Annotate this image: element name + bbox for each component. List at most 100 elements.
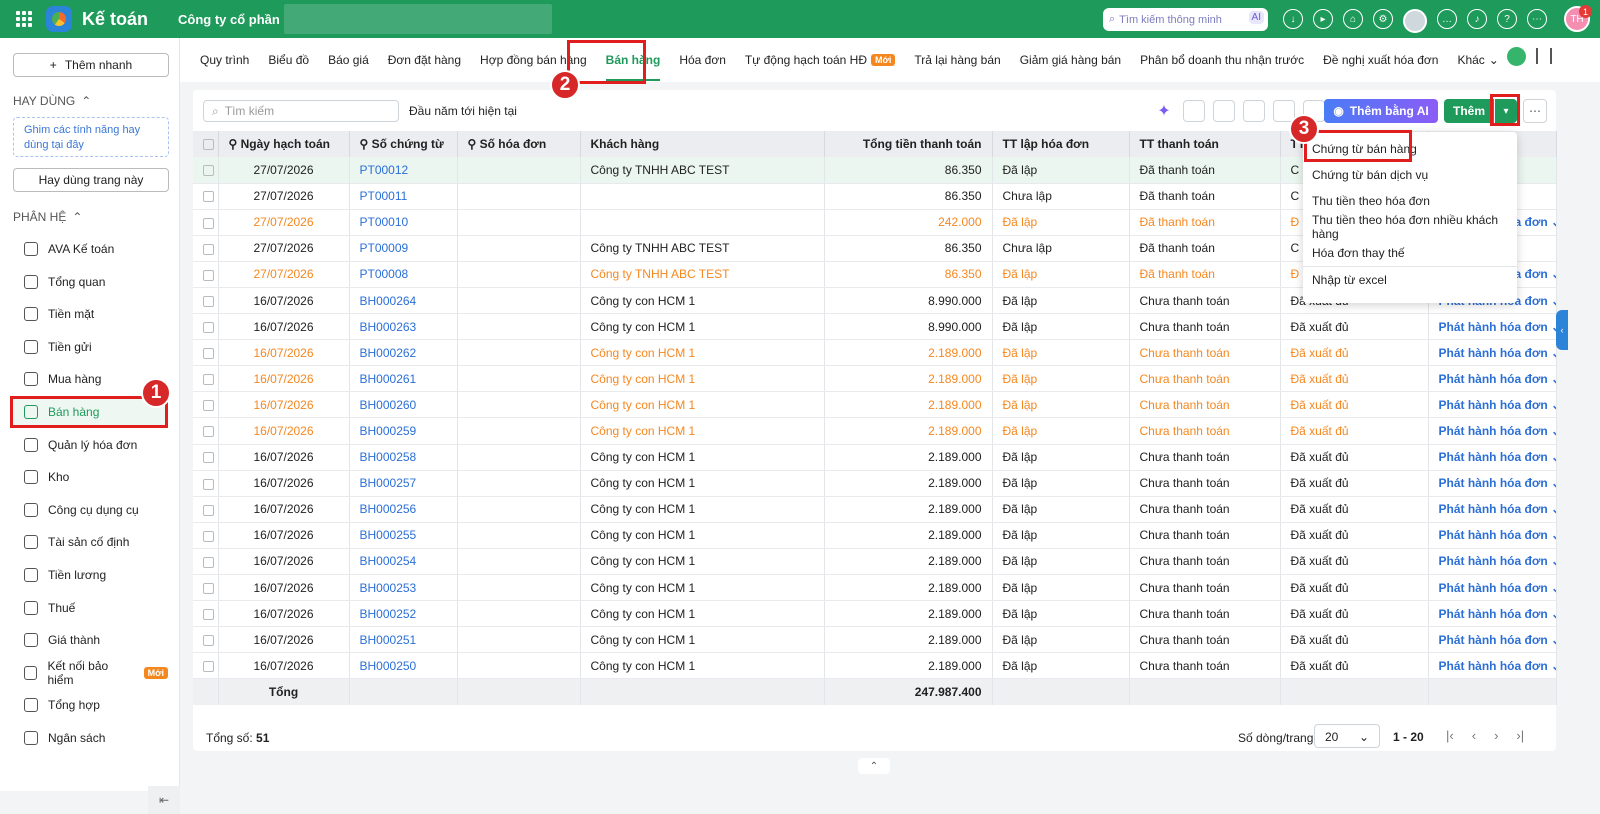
sidebar-item-inventory[interactable]: Kho: [10, 461, 168, 493]
row-checkbox[interactable]: [193, 522, 219, 549]
sidebar-item-general[interactable]: Tổng hợp: [10, 689, 168, 721]
tab-0[interactable]: Quy trình: [200, 53, 249, 67]
doc-number-link[interactable]: PT00011: [360, 189, 408, 203]
pin-icon[interactable]: ⚲: [468, 137, 480, 151]
table-row[interactable]: 16/07/2026 BH000263 Công ty con HCM 1 8.990…: [193, 313, 1557, 341]
prev-page-icon[interactable]: ‹: [1472, 728, 1476, 743]
row-checkbox[interactable]: [193, 600, 219, 628]
chevron-down-icon[interactable]: ⌄: [1551, 424, 1555, 438]
row-action-link[interactable]: Phát hành hóa đơn: [1439, 424, 1548, 438]
tab-3[interactable]: Đơn đặt hàng: [388, 53, 461, 67]
doc-number-link[interactable]: BH000251: [360, 633, 417, 647]
chevron-down-icon[interactable]: ⌄: [1551, 372, 1555, 386]
rows-per-page-select[interactable]: 20 ⌄: [1314, 724, 1380, 748]
doc-number-link[interactable]: BH000259: [360, 424, 417, 438]
row-checkbox[interactable]: [193, 235, 219, 262]
quick-add-button[interactable]: + Thêm nhanh: [13, 53, 169, 77]
first-page-icon[interactable]: |‹: [1446, 728, 1454, 743]
tab-6[interactable]: Hóa đơn: [679, 53, 726, 67]
tab-8[interactable]: Trả lại hàng bán: [914, 53, 1000, 67]
more-icon[interactable]: ⋯: [1527, 9, 1547, 29]
row-checkbox[interactable]: [193, 313, 219, 341]
refresh-icon[interactable]: [1183, 100, 1205, 122]
row-checkbox[interactable]: [193, 391, 219, 419]
row-checkbox[interactable]: [193, 209, 219, 236]
add-button[interactable]: Thêm: [1444, 99, 1494, 123]
row-checkbox[interactable]: [193, 183, 219, 210]
doc-number-link[interactable]: BH000252: [360, 607, 417, 621]
tab-7[interactable]: Tự động hạch toán HĐ Mới: [745, 53, 896, 67]
sidebar-item-invoice-management[interactable]: Quản lý hóa đơn: [10, 429, 168, 461]
chevron-down-icon[interactable]: ⌄: [1551, 476, 1555, 490]
table-row[interactable]: 16/07/2026 BH000262 Công ty con HCM 1 2.189…: [193, 339, 1557, 367]
menu-item-3[interactable]: Thu tiền theo hóa đơn nhiều khách hàng: [1303, 213, 1517, 241]
sidebar-item-payroll[interactable]: Tiền lương: [10, 559, 168, 591]
doc-number-link[interactable]: BH000263: [360, 320, 417, 334]
menu-item-2[interactable]: Thu tiền theo hóa đơn: [1303, 188, 1517, 214]
row-action-link[interactable]: Phát hành hóa đơn: [1439, 554, 1548, 568]
apps-grid-icon[interactable]: [16, 11, 32, 27]
chevron-down-icon[interactable]: ⌄: [1551, 502, 1555, 516]
column-header[interactable]: TT lập hóa đơn: [992, 131, 1130, 157]
chevron-down-icon[interactable]: ⌄: [1551, 633, 1555, 647]
row-action-link[interactable]: Phát hành hóa đơn: [1439, 607, 1548, 621]
settings-sliders-icon[interactable]: [1536, 48, 1552, 64]
sidebar-item-bank[interactable]: Tiền gửi: [10, 331, 168, 363]
doc-number-link[interactable]: BH000261: [360, 372, 417, 386]
menu-item-4[interactable]: Hóa đơn thay thế: [1303, 240, 1517, 266]
collapse-sidebar-icon[interactable]: ⇤: [148, 786, 180, 814]
help-icon[interactable]: ?: [1497, 9, 1517, 29]
expand-up-icon[interactable]: ⌃: [858, 758, 890, 774]
chevron-down-icon[interactable]: ⌄: [1551, 215, 1555, 229]
tab-11[interactable]: Đề nghị xuất hóa đơn: [1323, 53, 1438, 67]
doc-number-link[interactable]: BH000253: [360, 581, 417, 595]
modules-section-title[interactable]: PHÂN HỆ ⌃: [13, 210, 82, 224]
row-checkbox[interactable]: [193, 261, 219, 288]
table-row[interactable]: 16/07/2026 BH000258 Công ty con HCM 1 2.189…: [193, 444, 1557, 471]
doc-number-link[interactable]: BH000256: [360, 502, 417, 516]
doc-number-link[interactable]: BH000250: [360, 659, 417, 673]
side-panel-toggle-icon[interactable]: ‹: [1556, 310, 1568, 350]
row-action-link[interactable]: Phát hành hóa đơn: [1439, 502, 1548, 516]
row-action-link[interactable]: Phát hành hóa đơn: [1439, 450, 1548, 464]
tab-10[interactable]: Phân bổ doanh thu nhận trước: [1140, 53, 1304, 67]
table-row[interactable]: 16/07/2026 BH000257 Công ty con HCM 1 2.189…: [193, 470, 1557, 497]
table-row[interactable]: 16/07/2026 BH000256 Công ty con HCM 1 2.189…: [193, 496, 1557, 523]
sparkle-ai-icon[interactable]: ✦: [1153, 100, 1175, 122]
sidebar-item-fixed-assets[interactable]: Tài sản cố định: [10, 526, 168, 558]
row-checkbox[interactable]: [193, 287, 219, 315]
chevron-down-icon[interactable]: ⌄: [1551, 554, 1555, 568]
row-action-link[interactable]: Phát hành hóa đơn: [1439, 372, 1548, 386]
smart-search-input[interactable]: ⌕ Tìm kiếm thông minh AI: [1103, 8, 1268, 31]
table-row[interactable]: 16/07/2026 BH000251 Công ty con HCM 1 2.189…: [193, 626, 1557, 654]
chevron-down-icon[interactable]: ⌄: [1551, 294, 1555, 308]
doc-number-link[interactable]: PT00012: [360, 163, 409, 177]
column-header[interactable]: TT thanh toán: [1129, 131, 1281, 157]
lightbulb-icon[interactable]: [1507, 47, 1526, 66]
table-row[interactable]: 16/07/2026 BH000255 Công ty con HCM 1 2.189…: [193, 522, 1557, 549]
export-icon[interactable]: [1243, 100, 1265, 122]
column-header[interactable]: ⚲ Ngày hạch toán: [218, 131, 350, 157]
sidebar-item-budget[interactable]: Ngân sách: [10, 722, 168, 754]
column-header[interactable]: Tổng tiền thanh toán: [824, 131, 993, 157]
add-with-ai-button[interactable]: ◉ Thêm bằng AI: [1324, 99, 1438, 123]
assistant-avatar[interactable]: [1403, 9, 1427, 33]
sidebar-item-tax[interactable]: Thuế: [10, 592, 168, 624]
doc-number-link[interactable]: PT00008: [360, 267, 409, 281]
row-action-link[interactable]: Phát hành hóa đơn: [1439, 398, 1548, 412]
pin-icon[interactable]: ⚲: [360, 137, 372, 151]
tab-1[interactable]: Biểu đồ: [268, 53, 309, 67]
row-action-link[interactable]: Phát hành hóa đơn: [1439, 633, 1548, 647]
doc-number-link[interactable]: PT00010: [360, 215, 409, 229]
column-header[interactable]: ⚲ Số chứng từ: [349, 131, 458, 157]
doc-number-link[interactable]: BH000264: [360, 294, 417, 308]
chevron-down-icon[interactable]: ⌄: [1551, 528, 1555, 542]
frequent-page-button[interactable]: Hay dùng trang này: [13, 168, 169, 192]
row-checkbox[interactable]: [193, 417, 219, 445]
select-all-checkbox[interactable]: [193, 131, 219, 157]
table-row[interactable]: 16/07/2026 BH000253 Công ty con HCM 1 2.189…: [193, 574, 1557, 602]
layout-icon[interactable]: [1213, 100, 1235, 122]
table-row[interactable]: 16/07/2026 BH000261 Công ty con HCM 1 2.189…: [193, 365, 1557, 393]
row-checkbox[interactable]: [193, 470, 219, 497]
home-support-icon[interactable]: ⌂: [1343, 9, 1363, 29]
